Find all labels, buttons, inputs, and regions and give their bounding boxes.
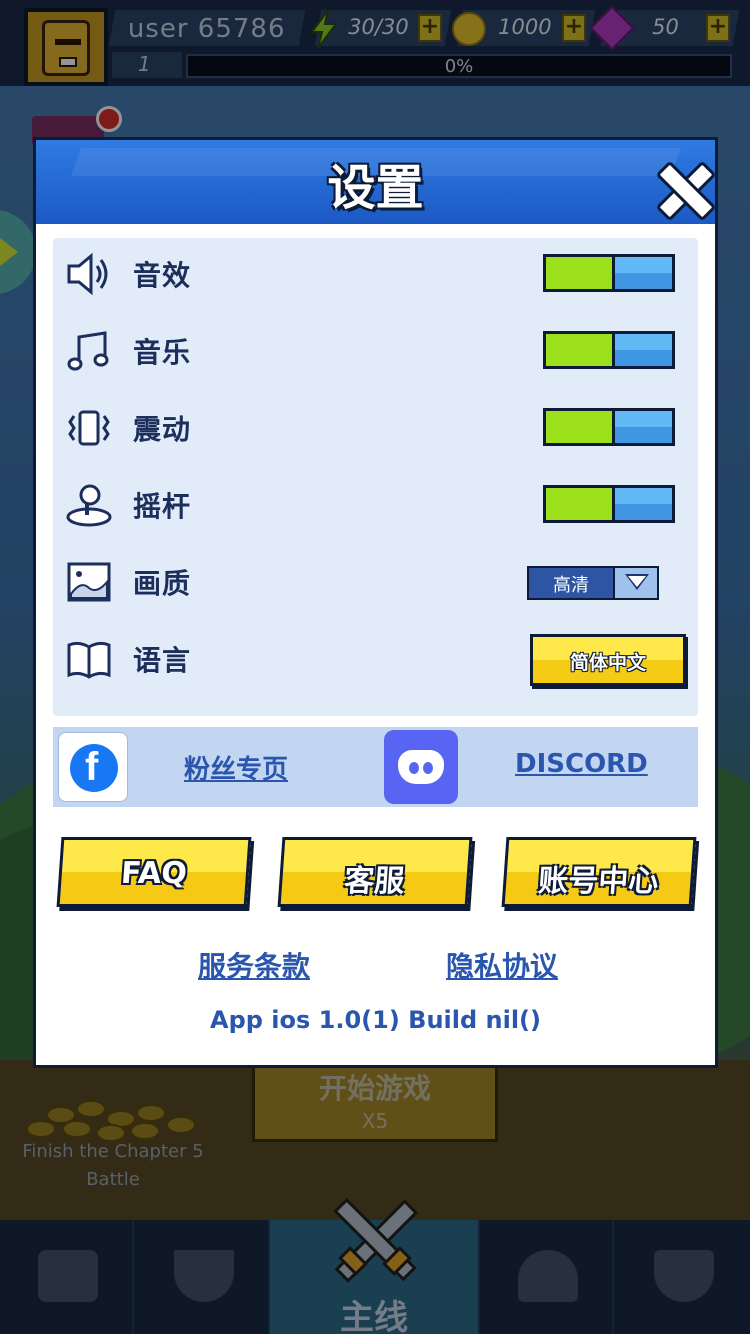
app-version-text: App ios 1.0(1) Build nil(): [210, 1006, 541, 1034]
customer-service-button[interactable]: 客服: [277, 837, 473, 907]
setting-row-music: 音乐: [53, 315, 698, 385]
language-select-button[interactable]: 简体中文: [530, 634, 686, 686]
language-value: 简体中文: [569, 652, 646, 674]
settings-title: 设置: [327, 160, 424, 216]
account-center-button[interactable]: 账号中心: [501, 837, 697, 907]
speaker-icon: [67, 252, 108, 296]
privacy-policy-link[interactable]: 隐私协议: [446, 945, 558, 985]
setting-row-graphics: 画质 高清: [53, 546, 698, 616]
settings-panel: 音效 音乐 震动 摇杆 画质 高清 语言 简体中文: [53, 238, 698, 716]
discord-icon[interactable]: [384, 730, 458, 804]
facebook-fan-page-link[interactable]: 粉丝专页: [184, 749, 288, 786]
music-toggle[interactable]: [543, 331, 675, 369]
joystick-icon: [66, 484, 112, 527]
setting-row-sound-effects: 音效: [53, 238, 698, 308]
settings-dialog: 设置 音效 音乐 震动 摇杆 画质 高清 语言 简体中文 f 粉丝专页 DISC…: [33, 137, 718, 1068]
account-center-label: 账号中心: [537, 864, 660, 899]
graphics-quality-select[interactable]: 高清: [527, 566, 659, 600]
vibration-toggle[interactable]: [543, 408, 675, 446]
setting-label: 语言: [133, 644, 192, 677]
sound-effects-toggle[interactable]: [543, 254, 675, 292]
faq-button-label: FAQ: [119, 856, 189, 891]
customer-service-label: 客服: [343, 864, 406, 899]
setting-label: 音效: [133, 259, 192, 292]
social-links-strip: f 粉丝专页 DISCORD: [53, 727, 698, 807]
image-icon: [67, 562, 111, 602]
setting-row-joystick: 摇杆: [53, 469, 698, 539]
music-note-icon: [67, 331, 109, 371]
settings-header: 设置: [36, 140, 715, 224]
book-icon: [67, 641, 111, 679]
terms-of-service-link[interactable]: 服务条款: [198, 945, 310, 985]
setting-label: 摇杆: [133, 490, 192, 523]
discord-link[interactable]: DISCORD: [515, 749, 648, 779]
facebook-icon[interactable]: f: [58, 732, 128, 802]
joystick-toggle[interactable]: [543, 485, 675, 523]
setting-label: 画质: [133, 567, 192, 600]
setting-row-vibration: 震动: [53, 392, 698, 462]
chevron-down-icon[interactable]: [613, 568, 657, 598]
faq-button[interactable]: FAQ: [56, 837, 252, 907]
graphics-quality-value: 高清: [553, 575, 589, 596]
setting-label: 震动: [133, 413, 192, 446]
vibration-icon: [68, 410, 110, 446]
close-button[interactable]: [656, 162, 708, 214]
setting-label: 音乐: [133, 336, 192, 369]
